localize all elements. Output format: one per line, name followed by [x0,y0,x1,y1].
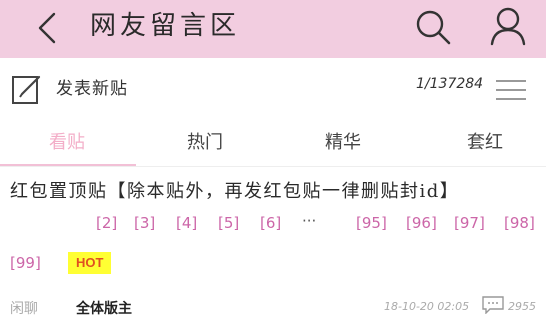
page-link[interactable]: [98] [504,214,535,232]
post-meta: 闲聊 全体版主 18-10-20 02:05 2955 [0,292,546,322]
menu-icon[interactable] [494,77,528,103]
tab-bar: 看贴 热门 精华 套红 [0,122,546,168]
hot-badge: HOT [68,252,112,274]
page-link[interactable]: [95] [356,214,387,232]
page-link[interactable]: [3] [134,214,155,232]
divider [0,166,546,167]
page-indicator: 1/137284 [416,76,484,92]
app-header: 网友留言区 [0,0,546,58]
post-toolbar: 发表新贴 1/137284 [0,64,546,116]
page-link[interactable]: [99] [10,254,41,272]
reply-count: 2955 [508,300,536,313]
page-link[interactable]: [97] [454,214,485,232]
search-icon[interactable] [412,6,454,48]
post-pagination: [2] [3] [4] [5] [6] ··· [95] [96] [97] [… [10,212,540,284]
page-link[interactable]: [4] [176,214,197,232]
page-link[interactable]: [2] [96,214,117,232]
chevron-left-icon[interactable] [28,8,68,48]
user-icon[interactable] [486,4,530,48]
post-time: 18-10-20 02:05 [384,300,470,313]
post-category: 闲聊 [10,301,38,317]
new-post-button[interactable]: 发表新贴 [56,74,128,99]
page-link[interactable]: [96] [406,214,437,232]
post-title[interactable]: 红包置顶贴【除本贴外，再发红包贴一律删贴封id】 [10,176,540,208]
tab-featured[interactable]: 精华 [298,128,388,154]
page-link[interactable]: [6] [260,214,281,232]
page-title: 网友留言区 [90,11,241,41]
page-link[interactable]: [5] [218,214,239,232]
comment-icon[interactable] [482,296,504,314]
tab-view-posts[interactable]: 看贴 [22,128,112,154]
pagination-ellipsis: ··· [302,212,317,230]
tab-hot[interactable]: 热门 [160,128,250,154]
compose-icon[interactable] [10,72,44,106]
post-author[interactable]: 全体版主 [76,298,132,318]
tab-highlighted[interactable]: 套红 [440,128,530,154]
